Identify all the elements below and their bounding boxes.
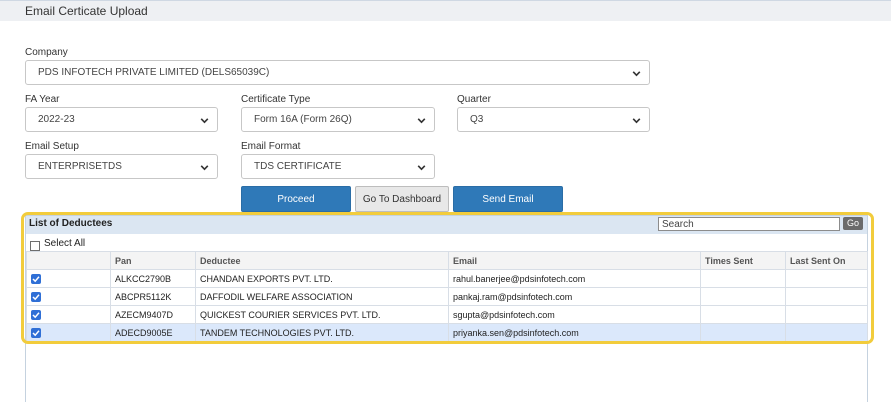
page-title: Email Certicate Upload: [25, 4, 148, 18]
go-to-dashboard-button[interactable]: Go To Dashboard: [355, 186, 449, 212]
quarter-select[interactable]: Q3: [457, 107, 650, 132]
certificate-type-label: Certificate Type: [241, 94, 311, 105]
quarter-value: Q3: [470, 114, 484, 125]
fa-year-label: FA Year: [25, 94, 60, 105]
send-email-button[interactable]: Send Email: [453, 186, 563, 212]
certificate-type-select[interactable]: Form 16A (Form 26Q): [241, 107, 435, 132]
email-format-select[interactable]: TDS CERTIFICATE: [241, 154, 435, 179]
company-select[interactable]: PDS INFOTECH PRIVATE LIMITED (DELS65039C…: [25, 60, 650, 85]
highlight-outline: [21, 212, 874, 344]
chevron-down-icon: [417, 165, 426, 171]
fa-year-value: 2022-23: [38, 114, 75, 125]
page-header: Email Certicate Upload: [0, 1, 891, 21]
email-setup-label: Email Setup: [25, 141, 79, 152]
company-value: PDS INFOTECH PRIVATE LIMITED (DELS65039C…: [38, 67, 270, 78]
email-format-value: TDS CERTIFICATE: [254, 161, 342, 172]
certificate-type-value: Form 16A (Form 26Q): [254, 114, 352, 125]
chevron-down-icon: [200, 165, 209, 171]
chevron-down-icon: [200, 118, 209, 124]
chevron-down-icon: [632, 118, 641, 124]
fa-year-select[interactable]: 2022-23: [25, 107, 218, 132]
email-setup-value: ENTERPRISETDS: [38, 161, 122, 172]
proceed-button[interactable]: Proceed: [241, 186, 351, 212]
email-setup-select[interactable]: ENTERPRISETDS: [25, 154, 218, 179]
company-label: Company: [25, 47, 68, 58]
email-format-label: Email Format: [241, 141, 301, 152]
chevron-down-icon: [417, 118, 426, 124]
quarter-label: Quarter: [457, 94, 491, 105]
chevron-down-icon: [632, 71, 641, 77]
